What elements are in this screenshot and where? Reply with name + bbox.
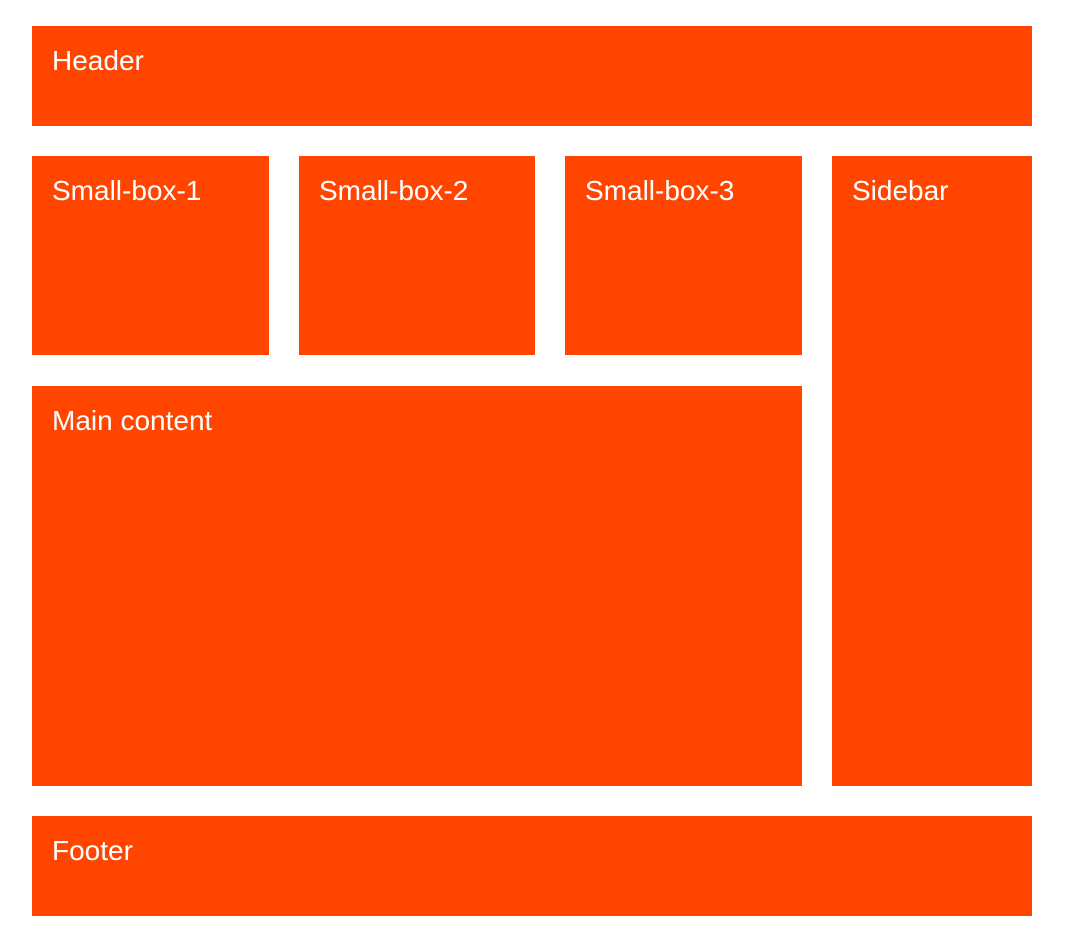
header-label: Header [52, 45, 144, 76]
small-box-2-label: Small-box-2 [319, 175, 469, 206]
footer: Footer [32, 816, 1032, 916]
header: Header [32, 26, 1032, 126]
small-box-1-label: Small-box-1 [52, 175, 202, 206]
small-box-3-label: Small-box-3 [585, 175, 735, 206]
footer-label: Footer [52, 835, 133, 866]
small-box-2: Small-box-2 [299, 156, 535, 355]
small-box-1: Small-box-1 [32, 156, 269, 355]
main-content: Main content [32, 386, 802, 786]
small-box-3: Small-box-3 [565, 156, 802, 355]
main-content-label: Main content [52, 405, 213, 436]
sidebar-label: Sidebar [852, 175, 949, 206]
sidebar: Sidebar [832, 156, 1032, 786]
